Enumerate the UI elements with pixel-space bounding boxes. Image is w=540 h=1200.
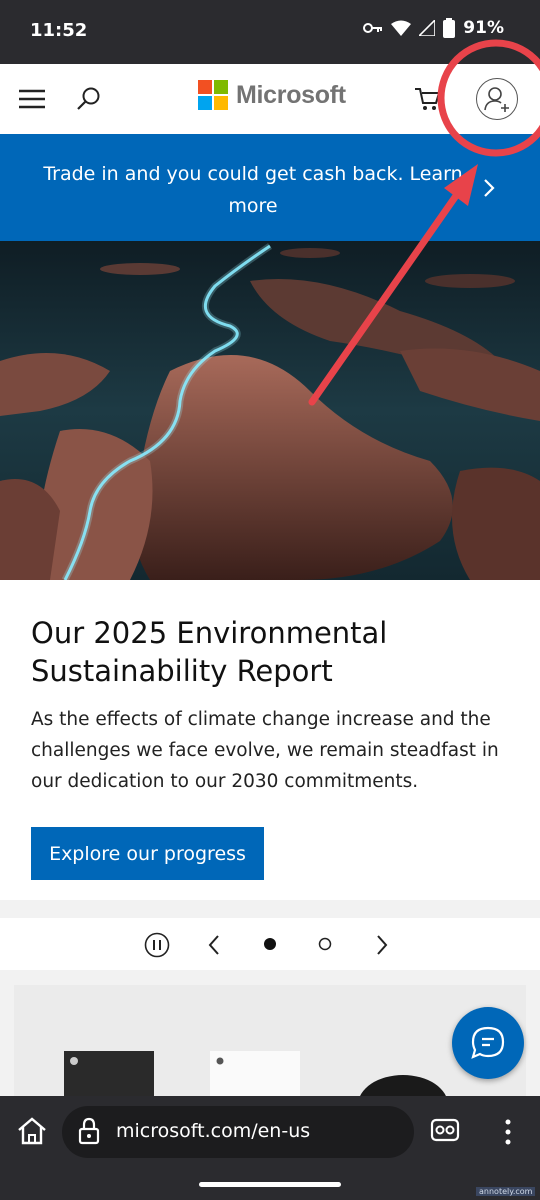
console-dot-icon xyxy=(216,1057,224,1065)
feature-body: As the effects of climate change increas… xyxy=(31,709,499,792)
menu-icon xyxy=(19,89,45,109)
status-bar: 11:52 91% xyxy=(0,0,540,64)
pause-icon[interactable] xyxy=(144,932,170,958)
chat-bubble-icon xyxy=(471,1026,505,1059)
home-button[interactable] xyxy=(16,1116,48,1146)
console-dot-icon xyxy=(70,1057,78,1065)
tab-switcher-button[interactable] xyxy=(430,1118,460,1142)
battery-icon xyxy=(443,18,456,38)
gesture-nav-bar[interactable] xyxy=(199,1182,341,1187)
product-image-white-console[interactable] xyxy=(210,1051,300,1096)
explore-progress-button[interactable]: Explore our progress xyxy=(31,827,264,880)
account-button[interactable] xyxy=(476,78,518,120)
carousel-dot-2[interactable] xyxy=(318,937,332,951)
logo-text: Microsoft xyxy=(236,80,346,109)
account-add-icon xyxy=(484,87,509,112)
search-icon xyxy=(77,87,100,110)
product-image-dark-console[interactable] xyxy=(64,1051,154,1096)
chat-button[interactable] xyxy=(452,1007,524,1079)
logo-square-blue xyxy=(198,96,212,110)
cart-button[interactable] xyxy=(414,86,442,112)
lock-icon xyxy=(78,1117,100,1145)
chevron-right-icon[interactable] xyxy=(482,178,496,198)
feature-card: Our 2025 Environmental Sustainability Re… xyxy=(0,580,540,900)
carousel-controls xyxy=(0,918,540,970)
chevron-right-icon[interactable] xyxy=(374,934,390,956)
url-text: microsoft.com/en-us xyxy=(116,1120,311,1142)
product-image-round-device[interactable] xyxy=(358,1075,448,1096)
browser-bottom-bar: microsoft.com/en-us xyxy=(0,1096,540,1200)
product-panel xyxy=(14,985,526,1096)
search-button[interactable] xyxy=(74,84,104,114)
status-icons: 91% xyxy=(363,18,504,38)
logo-square-green xyxy=(214,80,228,94)
menu-button[interactable] xyxy=(18,86,46,112)
logo-square-yellow xyxy=(214,96,228,110)
more-vert-icon xyxy=(505,1119,511,1145)
watermark: annotely.com xyxy=(476,1187,536,1196)
status-time: 11:52 xyxy=(30,20,88,41)
logo-square-red xyxy=(198,80,212,94)
microsoft-logo[interactable]: Microsoft xyxy=(198,80,346,110)
hero-rocky-coast-image xyxy=(0,241,540,580)
vpn-key-icon xyxy=(363,23,383,33)
site-header: Microsoft xyxy=(0,64,540,134)
battery-percent: 91% xyxy=(463,18,504,38)
address-bar[interactable]: microsoft.com/en-us xyxy=(62,1106,414,1158)
microsoft-logo-icon xyxy=(198,80,228,110)
promo-banner[interactable]: Trade in and you could get cash back. Le… xyxy=(0,134,540,241)
cart-icon xyxy=(415,88,441,110)
feature-title: Our 2025 Environmental Sustainability Re… xyxy=(31,616,388,688)
chevron-left-icon[interactable] xyxy=(206,934,222,956)
home-icon xyxy=(18,1117,46,1145)
more-options-button[interactable] xyxy=(500,1118,516,1146)
promo-link[interactable]: Trade in and you could get cash back. Le… xyxy=(30,158,476,222)
carousel-dot-1[interactable] xyxy=(263,937,277,951)
hero-image xyxy=(0,241,540,580)
signal-icon xyxy=(419,20,436,36)
wifi-icon xyxy=(391,20,412,36)
incognito-icon xyxy=(430,1118,460,1142)
